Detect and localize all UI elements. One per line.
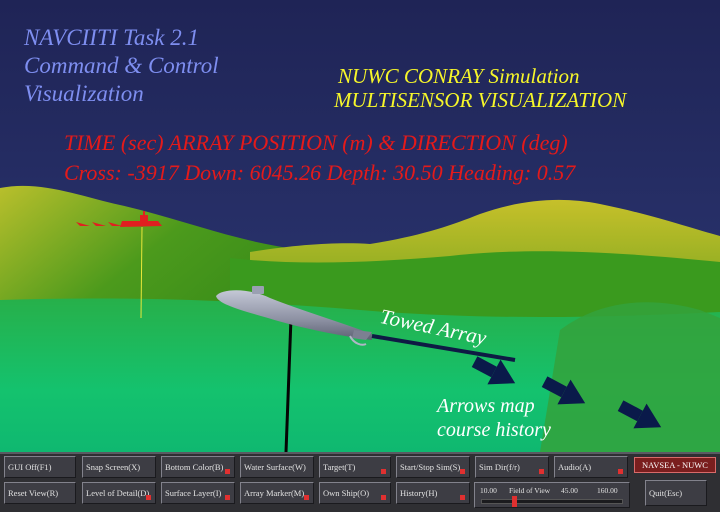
state-indicator bbox=[304, 495, 309, 500]
state-indicator bbox=[225, 469, 230, 474]
arrows-label: Arrows map course history bbox=[437, 394, 551, 442]
fov-slider-track[interactable] bbox=[481, 499, 623, 504]
state-indicator bbox=[539, 469, 544, 474]
title-line: Command & Control bbox=[24, 53, 219, 78]
status-header: TIME (sec) ARRAY POSITION (m) & DIRECTIO… bbox=[64, 130, 568, 155]
own-ship-button[interactable]: Own Ship(O) bbox=[319, 482, 391, 504]
title-line: NAVCIITI Task 2.1 bbox=[24, 25, 199, 50]
level-of-detail-button[interactable]: Level of Detail(D) bbox=[82, 482, 156, 504]
water-surface-button[interactable]: Water Surface(W) bbox=[240, 456, 314, 478]
navsea-nuwc-badge: NAVSEA - NUWC bbox=[634, 457, 716, 473]
button-label: Level of Detail(D) bbox=[86, 488, 150, 498]
fov-label: Field of View bbox=[509, 486, 551, 495]
fov-current-value: 45.00 bbox=[561, 486, 578, 495]
fov-max-value: 160.00 bbox=[597, 486, 618, 495]
start-stop-sim-button[interactable]: Start/Stop Sim(S) bbox=[396, 456, 470, 478]
button-label: Array Marker(M) bbox=[244, 488, 305, 498]
title-block: NAVCIITI Task 2.1 Command & Control Visu… bbox=[24, 24, 219, 108]
simulation-title: NUWC CONRAY Simulation MULTISENSOR VISUA… bbox=[334, 64, 626, 112]
state-indicator bbox=[225, 495, 230, 500]
button-label: Water Surface(W) bbox=[244, 462, 306, 472]
button-label: Start/Stop Sim(S) bbox=[400, 462, 461, 472]
fov-min-value: 10.00 bbox=[480, 486, 497, 495]
surface-layer-button[interactable]: Surface Layer(I) bbox=[161, 482, 235, 504]
button-label: GUI Off(F1) bbox=[8, 462, 52, 472]
state-indicator bbox=[381, 495, 386, 500]
button-label: Snap Screen(X) bbox=[86, 462, 141, 472]
quit-button[interactable]: Quit(Esc) bbox=[645, 480, 707, 506]
button-label: Surface Layer(I) bbox=[165, 488, 222, 498]
bottom-color-button[interactable]: Bottom Color(B) bbox=[161, 456, 235, 478]
gui-off-button[interactable]: GUI Off(F1) bbox=[4, 456, 76, 478]
button-label: Sim Dir(f/r) bbox=[479, 462, 520, 472]
state-indicator bbox=[618, 469, 623, 474]
reset-view-button[interactable]: Reset View(R) bbox=[4, 482, 76, 504]
target-button[interactable]: Target(T) bbox=[319, 456, 391, 478]
snap-screen-button[interactable]: Snap Screen(X) bbox=[82, 456, 156, 478]
button-label: Quit(Esc) bbox=[649, 488, 683, 498]
array-marker-button[interactable]: Array Marker(M) bbox=[240, 482, 314, 504]
button-label: Audio(A) bbox=[558, 462, 592, 472]
button-label: Own Ship(O) bbox=[323, 488, 370, 498]
state-indicator bbox=[460, 469, 465, 474]
sim-direction-button[interactable]: Sim Dir(f/r) bbox=[475, 456, 549, 478]
sim-line: MULTISENSOR VISUALIZATION bbox=[334, 88, 627, 112]
button-label: Reset View(R) bbox=[8, 488, 59, 498]
title-line: Visualization bbox=[24, 81, 144, 106]
button-label: Target(T) bbox=[323, 462, 356, 472]
history-button[interactable]: History(H) bbox=[396, 482, 470, 504]
fov-slider-thumb[interactable] bbox=[512, 496, 518, 507]
sim-line: NUWC CONRAY Simulation bbox=[338, 64, 580, 88]
audio-button[interactable]: Audio(A) bbox=[554, 456, 628, 478]
visualization-window: NAVCIITI Task 2.1 Command & Control Visu… bbox=[0, 0, 720, 512]
state-indicator bbox=[146, 495, 151, 500]
arrows-label-line: course history bbox=[437, 419, 551, 441]
button-label: Bottom Color(B) bbox=[165, 462, 224, 472]
field-of-view-slider[interactable]: 10.00 Field of View 45.00 160.00 bbox=[474, 482, 630, 508]
status-values: Cross: -3917 Down: 6045.26 Depth: 30.50 … bbox=[64, 160, 576, 185]
button-label: History(H) bbox=[400, 488, 438, 498]
state-indicator bbox=[460, 495, 465, 500]
arrows-label-line: Arrows map bbox=[437, 395, 535, 417]
state-indicator bbox=[381, 469, 386, 474]
